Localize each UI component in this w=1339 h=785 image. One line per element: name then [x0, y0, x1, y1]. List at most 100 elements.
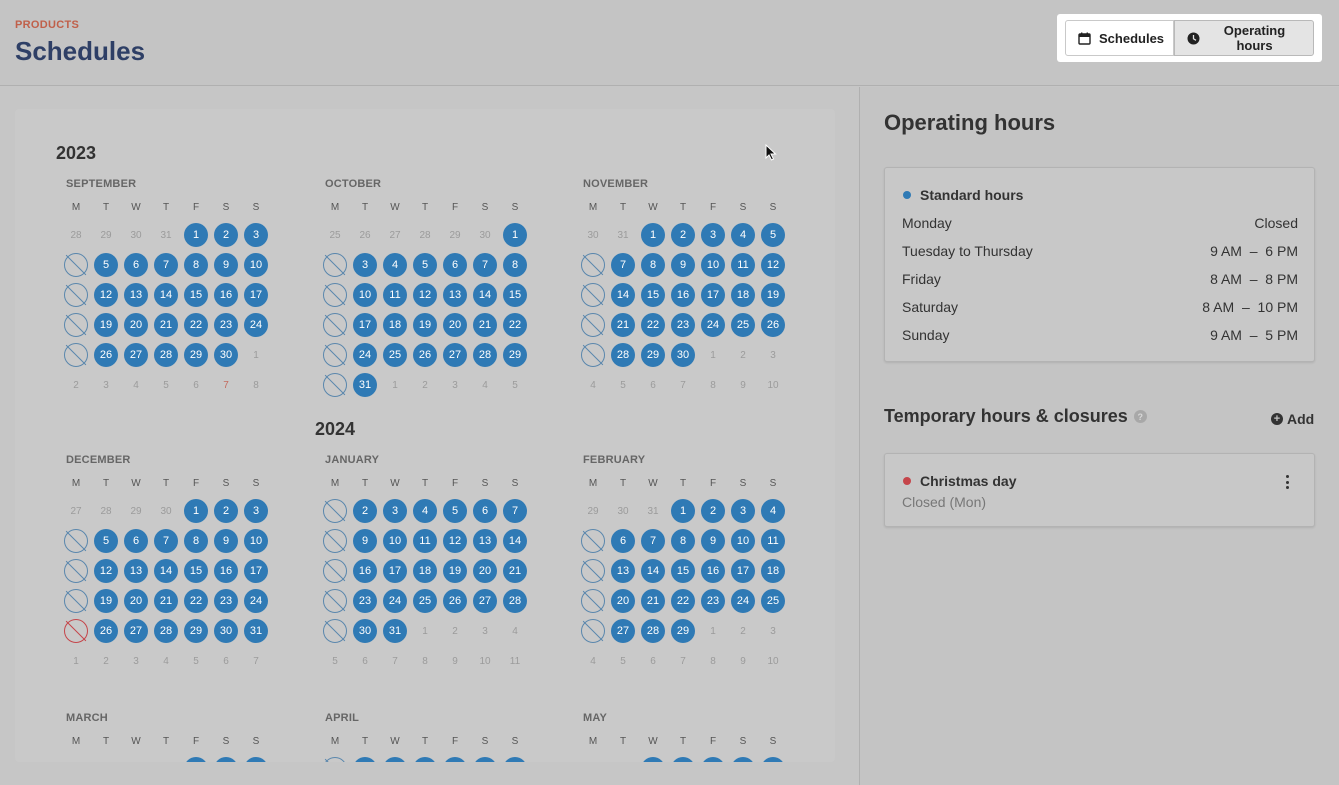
- calendar-day[interactable]: 14: [638, 556, 668, 586]
- calendar-day[interactable]: 21: [470, 310, 500, 340]
- calendar-day-closed[interactable]: [578, 280, 608, 310]
- calendar-day[interactable]: 28: [638, 616, 668, 646]
- calendar-day[interactable]: 14: [470, 280, 500, 310]
- calendar-day[interactable]: 2: [668, 220, 698, 250]
- calendar-day[interactable]: 18: [758, 556, 788, 586]
- calendar-day[interactable]: 3: [241, 496, 271, 526]
- calendar-day[interactable]: 3: [241, 220, 271, 250]
- calendar-day[interactable]: 6: [440, 250, 470, 280]
- calendar-day[interactable]: 23: [211, 586, 241, 616]
- operating-hours-button[interactable]: Operating hours: [1174, 20, 1314, 56]
- help-icon[interactable]: ?: [1133, 410, 1147, 423]
- calendar-day[interactable]: 2: [350, 496, 380, 526]
- calendar-day[interactable]: 8: [638, 250, 668, 280]
- calendar-day[interactable]: 7: [608, 250, 638, 280]
- calendar-day[interactable]: 2: [211, 496, 241, 526]
- calendar-day[interactable]: 21: [500, 556, 530, 586]
- calendar-day[interactable]: 4: [758, 496, 788, 526]
- calendar-day[interactable]: 10: [241, 250, 271, 280]
- calendar-day-closed[interactable]: [61, 526, 91, 556]
- calendar-day[interactable]: 24: [698, 310, 728, 340]
- calendar-day[interactable]: 25: [410, 586, 440, 616]
- calendar-day[interactable]: 5: [758, 220, 788, 250]
- calendar-day[interactable]: 26: [410, 340, 440, 370]
- calendar-day-closed[interactable]: [320, 250, 350, 280]
- calendar-day[interactable]: 27: [470, 586, 500, 616]
- calendar-day[interactable]: 9: [211, 526, 241, 556]
- calendar-day[interactable]: 31: [241, 616, 271, 646]
- calendar-day-closed[interactable]: [61, 310, 91, 340]
- calendar-day[interactable]: 17: [241, 556, 271, 586]
- calendar-day[interactable]: 17: [380, 556, 410, 586]
- calendar-day[interactable]: 18: [380, 310, 410, 340]
- calendar-day[interactable]: 6: [121, 250, 151, 280]
- calendar-day[interactable]: 6: [121, 526, 151, 556]
- calendar-day[interactable]: 29: [181, 340, 211, 370]
- calendar-day[interactable]: 11: [410, 526, 440, 556]
- breadcrumb[interactable]: PRODUCTS: [15, 19, 79, 31]
- calendar-day[interactable]: 14: [500, 526, 530, 556]
- calendar-day[interactable]: 17: [241, 280, 271, 310]
- calendar-day[interactable]: 29: [668, 616, 698, 646]
- closure-card[interactable]: Christmas day Closed (Mon): [884, 453, 1315, 527]
- calendar-day-closed[interactable]: [61, 556, 91, 586]
- calendar-day[interactable]: 31: [350, 370, 380, 400]
- calendar-day-closed[interactable]: [61, 280, 91, 310]
- calendar-day[interactable]: 13: [608, 556, 638, 586]
- calendar-day-closed[interactable]: [320, 340, 350, 370]
- calendar-day-closed[interactable]: [578, 526, 608, 556]
- calendar-day[interactable]: 4: [728, 754, 758, 762]
- calendar-day[interactable]: 5: [91, 250, 121, 280]
- calendar-day[interactable]: 6: [470, 754, 500, 762]
- calendar-day[interactable]: 28: [500, 586, 530, 616]
- calendar-day[interactable]: 13: [121, 280, 151, 310]
- calendar-day[interactable]: 27: [608, 616, 638, 646]
- calendar-day[interactable]: 1: [181, 220, 211, 250]
- calendar-day[interactable]: 27: [440, 340, 470, 370]
- calendar-day[interactable]: 21: [151, 586, 181, 616]
- calendar-day[interactable]: 14: [151, 556, 181, 586]
- calendar-day[interactable]: 1: [500, 220, 530, 250]
- calendar-day[interactable]: 1: [638, 754, 668, 762]
- calendar-day-closed[interactable]: [320, 754, 350, 762]
- calendar-day[interactable]: 16: [668, 280, 698, 310]
- calendar-day[interactable]: 24: [728, 586, 758, 616]
- calendar-day[interactable]: 12: [91, 556, 121, 586]
- calendar-day[interactable]: 10: [350, 280, 380, 310]
- calendar-day[interactable]: 9: [211, 250, 241, 280]
- calendar-day[interactable]: 3: [728, 496, 758, 526]
- calendar-day-closed[interactable]: [320, 496, 350, 526]
- calendar-day-holiday[interactable]: [61, 616, 91, 646]
- calendar-day[interactable]: 13: [440, 280, 470, 310]
- calendar-day[interactable]: 5: [410, 250, 440, 280]
- calendar-day[interactable]: 3: [241, 754, 271, 762]
- calendar-day[interactable]: 18: [410, 556, 440, 586]
- calendar-day[interactable]: 20: [121, 586, 151, 616]
- calendar-day-closed[interactable]: [578, 616, 608, 646]
- calendar-day-closed[interactable]: [320, 586, 350, 616]
- calendar-day-closed[interactable]: [61, 586, 91, 616]
- calendar-day[interactable]: 1: [181, 496, 211, 526]
- calendar-day[interactable]: 4: [380, 250, 410, 280]
- calendar-day[interactable]: 28: [470, 340, 500, 370]
- calendar-day[interactable]: 24: [350, 340, 380, 370]
- calendar-day[interactable]: 25: [380, 340, 410, 370]
- calendar-day[interactable]: 1: [638, 220, 668, 250]
- calendar-day[interactable]: 3: [698, 220, 728, 250]
- calendar-day[interactable]: 27: [121, 340, 151, 370]
- calendar-day-closed[interactable]: [320, 310, 350, 340]
- calendar-day[interactable]: 9: [698, 526, 728, 556]
- calendar-day[interactable]: 14: [608, 280, 638, 310]
- calendar-day[interactable]: 21: [608, 310, 638, 340]
- calendar-day[interactable]: 20: [470, 556, 500, 586]
- calendar-day[interactable]: 8: [181, 526, 211, 556]
- calendar-day[interactable]: 1: [181, 754, 211, 762]
- calendar-day[interactable]: 16: [350, 556, 380, 586]
- calendar-day[interactable]: 13: [121, 556, 151, 586]
- calendar-day[interactable]: 19: [91, 310, 121, 340]
- calendar-day[interactable]: 21: [151, 310, 181, 340]
- calendar-day[interactable]: 19: [758, 280, 788, 310]
- calendar-day[interactable]: 26: [440, 586, 470, 616]
- calendar-day-closed[interactable]: [320, 280, 350, 310]
- calendar-day[interactable]: 30: [350, 616, 380, 646]
